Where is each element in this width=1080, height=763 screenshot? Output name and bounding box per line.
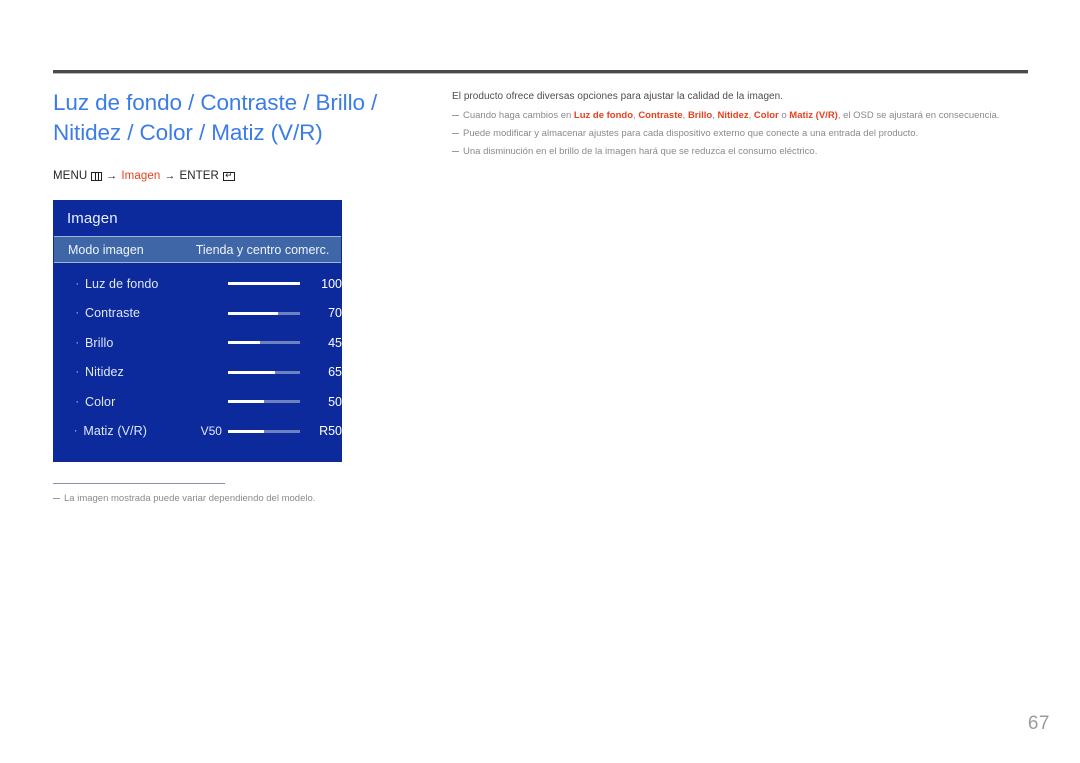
note-fragment: o [778,110,790,121]
osd-row[interactable]: · Color 50 [53,387,342,417]
note-keyword: Luz de fondo [573,110,634,121]
osd-row-label: Luz de fondo [85,276,159,291]
slider-track[interactable] [227,429,300,433]
osd-row-slider[interactable] [207,311,312,315]
note-keyword: Brillo [687,110,713,121]
panel-footnote: La imagen mostrada puede variar dependie… [53,493,315,504]
osd-header: Imagen [53,200,342,236]
slider-track[interactable] [228,341,300,345]
osd-row-slider[interactable]: V50 [198,424,312,438]
note-line: Cuando haga cambios en Luz de fondo, Con… [452,110,1032,121]
enter-key-icon [222,171,235,181]
osd-menu-panel: Imagen Modo imagen Tienda y centro comer… [53,200,342,462]
note-keyword: Contraste [638,110,683,121]
row-bullet-icon: · [75,395,79,408]
footnote-dash-icon [53,498,60,499]
osd-row-slider[interactable] [207,341,312,345]
note-dash-icon [452,115,459,116]
menu-grid-icon [91,171,103,181]
note-text: Cuando haga cambios en Luz de fondo, Con… [463,110,999,121]
slider-track[interactable] [228,282,300,286]
osd-row-label: Nitidez [85,365,124,380]
osd-row[interactable]: · Brillo 45 [53,328,342,358]
breadcrumb-target-imagen: Imagen [121,170,161,182]
note-fragment: , el OSD se ajustará en consecuencia. [837,110,1000,121]
osd-row-value: 100 [321,276,342,291]
note-line: Puede modificar y almacenar ajustes para… [452,128,1032,139]
note-keyword: Nitidez [717,110,749,121]
note-dash-icon [452,151,459,152]
note-line: Una disminución en el brillo de la image… [452,146,1032,157]
notes-list: Cuando haga cambios en Luz de fondo, Con… [452,110,1032,157]
note-fragment: Una disminución en el brillo de la image… [463,146,818,157]
osd-row-modo-imagen[interactable]: Modo imagen Tienda y centro comerc. [54,236,341,263]
breadcrumb-arrow-2: → [164,170,176,182]
osd-row-label: Contraste [85,306,141,321]
osd-selected-value: Tienda y centro comerc. [195,242,330,257]
row-bullet-icon: · [75,277,79,290]
slider-fill [228,311,279,315]
breadcrumb-arrow-1: → [106,170,118,182]
osd-selected-label: Modo imagen [68,242,144,257]
slider-track[interactable] [228,311,300,315]
note-keyword: Color [753,110,779,121]
osd-row-value: 50 [328,394,342,409]
slider-fill [228,370,275,374]
osd-header-title: Imagen [67,209,118,227]
panel-footnote-text: La imagen mostrada puede variar dependie… [64,493,316,504]
slider-left-label: V50 [200,424,222,439]
menu-path-breadcrumb: MENU → Imagen → ENTER [53,170,433,182]
osd-row-label: Color [85,394,116,409]
osd-row-slider[interactable] [207,370,312,374]
note-fragment: Cuando haga cambios en [463,110,574,121]
osd-row-value: R50 [319,424,342,439]
osd-row-label: Brillo [85,335,114,350]
row-bullet-icon: · [75,307,79,320]
row-bullet-icon: · [73,425,78,438]
note-keyword: Matiz (V/R) [789,110,838,121]
row-bullet-icon: · [75,366,79,379]
note-text: Una disminución en el brillo de la image… [463,146,817,157]
osd-row-value: 70 [328,306,342,321]
osd-row-value: 65 [328,365,342,380]
slider-fill [228,341,261,345]
note-fragment: Puede modificar y almacenar ajustes para… [463,128,919,139]
osd-row-label: Matiz (V/R) [83,424,148,439]
osd-row[interactable]: · Nitidez 65 [53,358,342,388]
left-column: Luz de fondo / Contraste / Brillo / Niti… [53,88,433,182]
panel-footnote-rule [53,483,225,484]
slider-fill [228,400,264,404]
osd-setting-rows: · Luz de fondo 100 · Contraste 70 · Brillo 45 · Ni… [53,263,342,446]
osd-row[interactable]: · Contraste 70 [53,299,342,329]
row-bullet-icon: · [75,336,79,349]
slider-fill [227,429,264,433]
header-divider-rule [53,70,1028,74]
osd-row[interactable]: · Matiz (V/R) V50 R50 [53,417,342,447]
breadcrumb-menu-label: MENU [53,170,88,182]
note-dash-icon [452,133,459,134]
osd-row-slider[interactable] [207,400,312,404]
page-number: 67 [1027,713,1050,734]
intro-paragraph: El producto ofrece diversas opciones par… [452,91,784,102]
slider-track[interactable] [228,370,300,374]
slider-track[interactable] [228,400,300,404]
page-title: Luz de fondo / Contraste / Brillo / Niti… [53,90,378,145]
breadcrumb-enter-label: ENTER [179,170,219,182]
slider-fill [228,282,300,286]
right-column: El producto ofrece diversas opciones par… [452,91,1032,164]
osd-row[interactable]: · Luz de fondo 100 [53,269,342,299]
osd-row-value: 45 [328,335,342,350]
osd-row-slider[interactable] [207,282,312,286]
note-text: Puede modificar y almacenar ajustes para… [463,128,918,139]
